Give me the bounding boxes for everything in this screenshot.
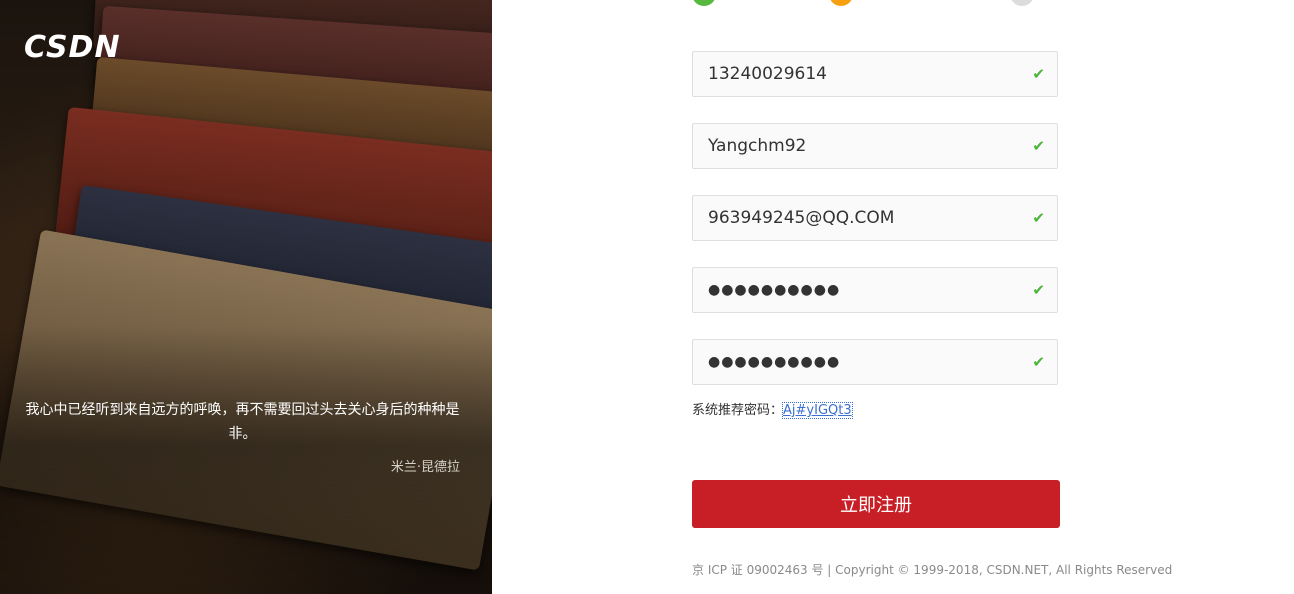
valid-check-icon: ✔ [1032, 281, 1045, 299]
valid-check-icon: ✔ [1032, 65, 1045, 83]
phone-field: ✔ [692, 51, 1058, 97]
register-button[interactable]: 立即注册 [692, 480, 1060, 528]
password-field: ✔ [692, 267, 1058, 313]
valid-check-icon: ✔ [1032, 137, 1045, 155]
hero-image-panel: CSDN 我心中已经听到来自远方的呼唤，再不需要回过头去关心身后的种种是非。 米… [0, 0, 492, 594]
suggested-password-link[interactable]: Aj#yIGQt3 [782, 402, 853, 419]
password-input[interactable] [693, 268, 1028, 312]
image-shade [0, 0, 492, 594]
username-field: ✔ [692, 123, 1058, 169]
phone-input[interactable] [693, 52, 1028, 96]
step-indicator-done [692, 0, 716, 6]
valid-check-icon: ✔ [1032, 209, 1045, 227]
username-input[interactable] [693, 124, 1028, 168]
confirm-password-field: ✔ [692, 339, 1058, 385]
valid-check-icon: ✔ [1032, 353, 1045, 371]
quote-author: 米兰·昆德拉 [390, 460, 460, 475]
quote-text: 我心中已经听到来自远方的呼唤，再不需要回过头去关心身后的种种是非。 [25, 402, 460, 442]
step-indicator-current [829, 0, 853, 6]
suggested-password-row: 系统推荐密码：Aj#yIGQt3 [692, 399, 853, 419]
footer-copyright: 京 ICP 证 09002463 号 | Copyright © 1999-20… [692, 563, 1173, 577]
suggested-password-label: 系统推荐密码： [692, 403, 784, 418]
csdn-logo[interactable]: CSDN [24, 30, 121, 65]
confirm-password-input[interactable] [693, 340, 1028, 384]
email-input[interactable] [693, 196, 1028, 240]
step-indicator-pending [1010, 0, 1034, 6]
email-field: ✔ [692, 195, 1058, 241]
